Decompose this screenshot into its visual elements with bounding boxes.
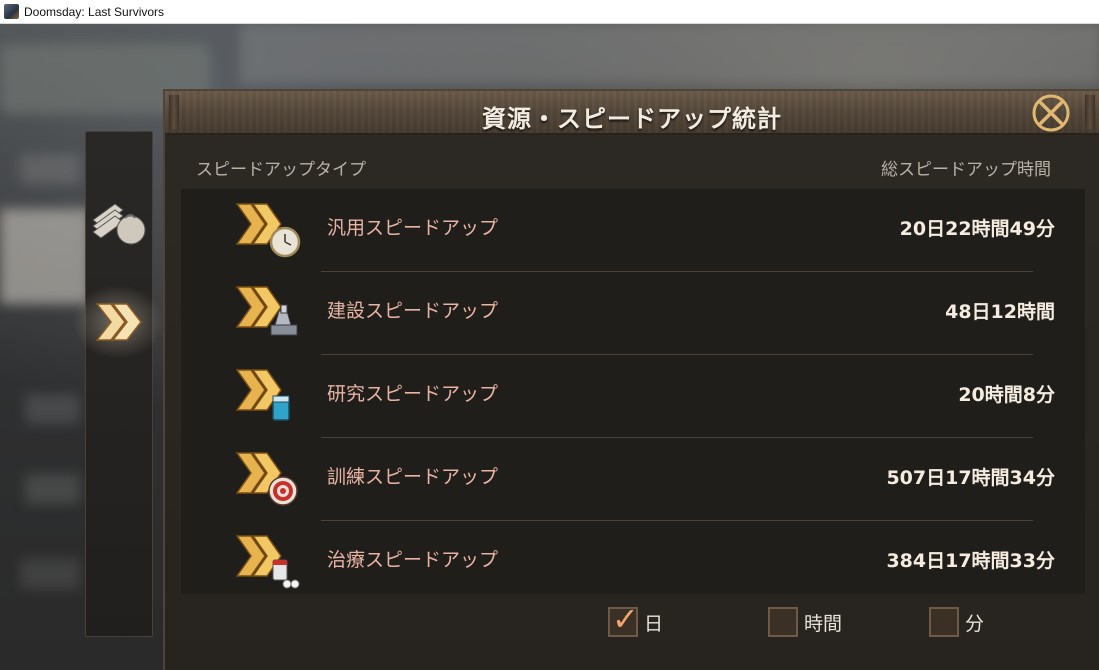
speedup-value: 507日17時間34分 bbox=[886, 467, 1055, 489]
speedup-value: 20時間8分 bbox=[958, 384, 1055, 406]
tab-speedup[interactable] bbox=[68, 277, 168, 367]
column-header-type: スピードアップタイプ bbox=[196, 160, 366, 180]
speedup-label: 建設スピードアップ bbox=[327, 300, 499, 322]
speedup-value: 384日17時間33分 bbox=[886, 550, 1055, 572]
close-icon bbox=[1032, 94, 1070, 132]
unit-label: 日 bbox=[644, 612, 664, 635]
panel-header: 資源・スピードアップ統計 bbox=[165, 91, 1099, 135]
window-titlebar: Doomsday: Last Survivors bbox=[0, 0, 1099, 24]
side-tab-strip bbox=[68, 131, 168, 637]
tab-resources[interactable] bbox=[86, 177, 154, 267]
resources-icon bbox=[92, 203, 146, 245]
speedup-icon bbox=[95, 303, 142, 341]
panel-title: 資源・スピードアップ統計 bbox=[482, 105, 782, 133]
speedup-label: 治療スピードアップ bbox=[327, 549, 499, 571]
speedup-value: 20日22時間49分 bbox=[899, 218, 1055, 240]
speedup-value: 48日12時間 bbox=[945, 301, 1055, 323]
unit-option-minute[interactable]: 分 bbox=[929, 607, 984, 637]
list-item-general: 汎用スピードアップ 20日22時間49分 bbox=[181, 189, 1085, 272]
unit-options: ✓ 日 時間 分 bbox=[165, 603, 1099, 647]
day-checkbox[interactable]: ✓ bbox=[608, 603, 639, 637]
minute-checkbox[interactable] bbox=[929, 607, 959, 637]
list-item-healing: 治療スピードアップ 384日17時間33分 bbox=[181, 521, 1085, 604]
list-item-construction: 建設スピードアップ 48日12時間 bbox=[181, 272, 1085, 355]
speedup-list: 汎用スピードアップ 20日22時間49分 建設スピードアップ 48日12時間 研… bbox=[181, 189, 1085, 594]
window-title: Doomsday: Last Survivors bbox=[24, 4, 165, 19]
research-speedup-icon bbox=[235, 369, 290, 421]
speedup-label: 汎用スピードアップ bbox=[327, 217, 499, 239]
unit-label: 分 bbox=[965, 612, 985, 635]
close-button[interactable] bbox=[1031, 93, 1071, 133]
unit-label: 時間 bbox=[804, 612, 843, 635]
list-item-research: 研究スピードアップ 20時間8分 bbox=[181, 355, 1085, 438]
checkmark-icon: ✓ bbox=[612, 600, 639, 638]
app-icon bbox=[4, 4, 19, 19]
speedup-label: 訓練スピードアップ bbox=[327, 466, 499, 488]
training-speedup-icon bbox=[235, 452, 298, 506]
unit-option-hour[interactable]: 時間 bbox=[768, 607, 842, 637]
speedup-label: 研究スピードアップ bbox=[327, 383, 499, 405]
speedup-stats-panel: 資源・スピードアップ統計 スピードアップタイプ 総スピードアップ時間 汎用スピー… bbox=[163, 89, 1099, 670]
hour-checkbox[interactable] bbox=[768, 607, 798, 637]
construction-speedup-icon bbox=[235, 286, 298, 336]
healing-speedup-icon bbox=[235, 535, 300, 589]
unit-option-day[interactable]: ✓ 日 bbox=[608, 603, 664, 637]
general-speedup-icon bbox=[235, 203, 301, 258]
column-header-total: 総スピードアップ時間 bbox=[881, 160, 1051, 180]
list-item-training: 訓練スピードアップ 507日17時間34分 bbox=[181, 438, 1085, 521]
